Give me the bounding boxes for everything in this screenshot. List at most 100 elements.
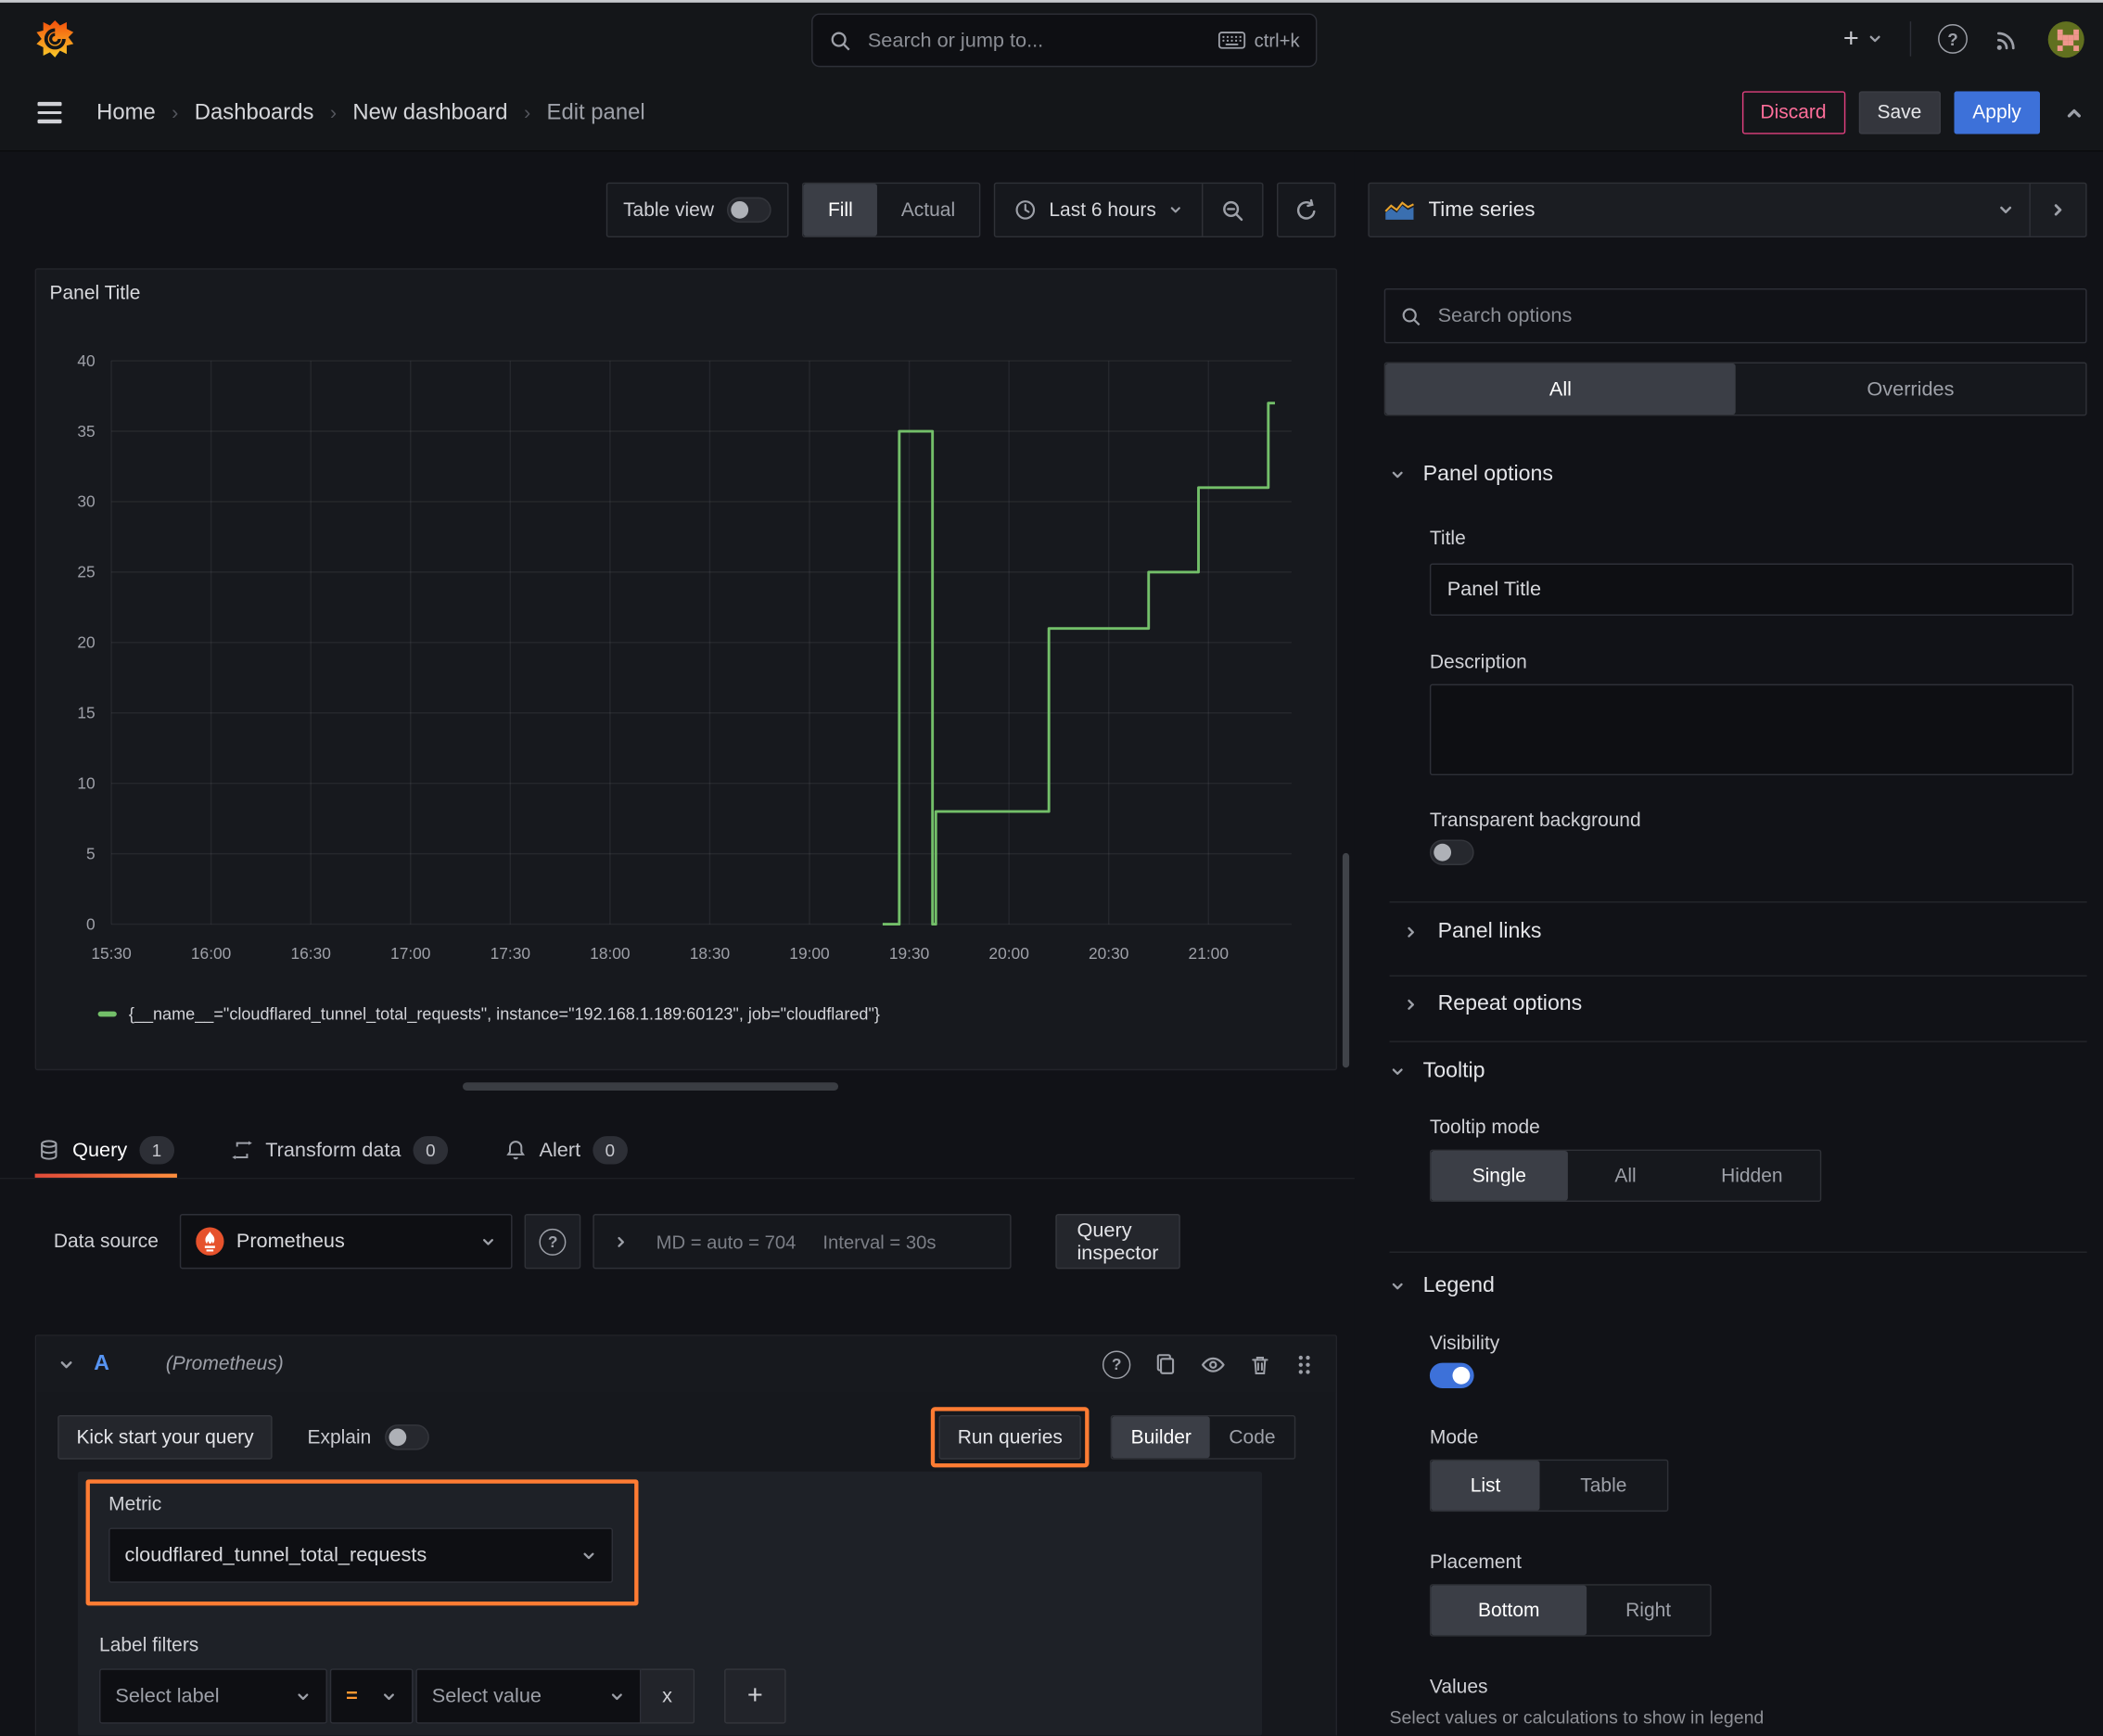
breadcrumb-dashboards[interactable]: Dashboards (195, 100, 314, 125)
time-series-chart[interactable]: 0 5 10 15 20 25 30 35 40 15:30 16:00 16:30 17:00 17:3… (45, 337, 1319, 967)
panel-options-header[interactable]: Panel options (1389, 463, 1553, 487)
visibility-toggle[interactable] (1429, 1362, 1474, 1389)
query-options-bar: MD = auto = 704 Interval = 30s (593, 1214, 1012, 1270)
options-search[interactable] (1383, 287, 2087, 344)
viz-picker[interactable]: Time series (1370, 184, 2030, 236)
add-filter-button[interactable]: + (724, 1668, 786, 1724)
chevron-down-icon[interactable] (57, 1356, 75, 1373)
mode-list-option[interactable]: List (1431, 1461, 1540, 1511)
chevron-right-icon (1403, 925, 1419, 940)
chevron-up-icon[interactable] (2064, 103, 2084, 123)
svg-text:40: 40 (77, 351, 95, 370)
help-icon[interactable]: ? (1102, 1349, 1131, 1379)
kick-start-button[interactable]: Kick start your query (57, 1414, 273, 1460)
grafana-logo-icon[interactable] (35, 19, 75, 58)
zoom-out-icon[interactable] (1201, 184, 1262, 236)
svg-text:15:30: 15:30 (91, 944, 131, 963)
save-button[interactable]: Save (1858, 91, 1941, 134)
panel-title-input[interactable] (1429, 563, 2074, 616)
query-row-header[interactable]: A (Prometheus) ? (36, 1335, 1336, 1393)
chart-legend[interactable]: {__name__="cloudflared_tunnel_total_requ… (97, 1004, 880, 1024)
plus-icon: + (1842, 23, 1859, 54)
discard-button[interactable]: Discard (1741, 91, 1845, 134)
query-builder-body: Metric cloudflared_tunnel_total_requests… (77, 1471, 1263, 1736)
tab-query[interactable]: Query 1 (34, 1121, 177, 1178)
query-inspector-button[interactable]: Query inspector (1055, 1214, 1180, 1270)
help-icon[interactable]: ? (1938, 24, 1968, 54)
metric-select[interactable]: cloudflared_tunnel_total_requests (108, 1527, 614, 1583)
placement-bottom-option[interactable]: Bottom (1431, 1585, 1587, 1636)
legend-placement-segment: Bottom Right (1429, 1584, 1712, 1637)
news-rss-icon[interactable] (1995, 25, 2021, 52)
tab-overrides[interactable]: Overrides (1736, 364, 2086, 415)
builder-option[interactable]: Builder (1112, 1416, 1211, 1459)
remove-filter-button[interactable]: x (641, 1668, 695, 1724)
trash-icon[interactable] (1249, 1353, 1272, 1376)
time-range-picker[interactable]: Last 6 hours (996, 198, 1202, 222)
placement-right-option[interactable]: Right (1587, 1586, 1710, 1636)
tab-transform[interactable]: Transform data 0 (228, 1121, 451, 1178)
tab-alert[interactable]: Alert 0 (502, 1121, 631, 1178)
data-source-picker[interactable]: Prometheus (180, 1214, 513, 1270)
operator-dropdown[interactable]: = (329, 1668, 414, 1724)
global-search-input[interactable] (864, 27, 1205, 54)
viz-expand-button[interactable] (2029, 184, 2085, 236)
chevron-down-icon (1389, 1064, 1405, 1079)
repeat-options-header[interactable]: Repeat options (1403, 992, 1582, 1016)
tooltip-header[interactable]: Tooltip (1389, 1060, 1485, 1084)
drag-handle-icon[interactable] (1294, 1353, 1315, 1376)
breadcrumb-home[interactable]: Home (96, 100, 156, 125)
legend-mode-segment: List Table (1429, 1459, 1669, 1513)
apply-button[interactable]: Apply (1954, 91, 2041, 134)
tooltip-all-option[interactable]: All (1567, 1151, 1684, 1201)
panel-options-title: Panel options (1422, 463, 1553, 486)
run-queries-button[interactable]: Run queries (938, 1414, 1082, 1460)
actual-option[interactable]: Actual (877, 184, 979, 236)
tab-all[interactable]: All (1385, 363, 1736, 415)
description-textarea[interactable] (1429, 683, 2074, 776)
eye-icon[interactable] (1201, 1351, 1226, 1376)
resize-handle[interactable] (463, 1082, 839, 1091)
legend-header[interactable]: Legend (1389, 1274, 1495, 1298)
svg-text:17:00: 17:00 (390, 944, 430, 963)
svg-text:10: 10 (77, 773, 95, 792)
svg-text:21:00: 21:00 (1189, 944, 1229, 963)
select-label-dropdown[interactable]: Select label (99, 1668, 327, 1724)
tooltip-single-option[interactable]: Single (1431, 1151, 1568, 1201)
select-value-dropdown[interactable]: Select value (415, 1668, 642, 1724)
label-filters-section: Label filters Select label = Select valu… (99, 1635, 1241, 1724)
new-menu-button[interactable]: + (1843, 23, 1883, 54)
refresh-icon[interactable] (1276, 182, 1336, 238)
svg-text:19:00: 19:00 (789, 944, 829, 963)
chevron-right-icon[interactable] (613, 1233, 629, 1249)
divider (1389, 900, 2087, 903)
operator-value: = (346, 1684, 358, 1708)
panel-preview: Panel Title 0 5 10 15 20 25 30 35 40 15:30 16:00 16… (34, 268, 1338, 1071)
chevron-down-icon (1168, 202, 1183, 217)
options-search-input[interactable] (1434, 302, 2071, 329)
table-view-toggle[interactable] (727, 197, 772, 223)
divider (1389, 1251, 2087, 1253)
tooltip-hidden-option[interactable]: Hidden (1684, 1151, 1820, 1201)
menu-toggle-icon[interactable] (37, 102, 62, 123)
bell-icon (504, 1138, 528, 1161)
explain-toggle[interactable] (384, 1424, 429, 1450)
chevron-down-icon (609, 1688, 625, 1704)
data-source-help-button[interactable]: ? (524, 1214, 581, 1270)
options-sidebar: Time series All Overrides Panel options … (1354, 151, 2103, 1736)
placement-label: Placement (1429, 1551, 1522, 1574)
svg-text:18:00: 18:00 (590, 944, 630, 963)
fill-option[interactable]: Fill (803, 184, 877, 236)
global-search[interactable]: ctrl+k (811, 13, 1318, 68)
code-option[interactable]: Code (1210, 1416, 1294, 1458)
panel-links-header[interactable]: Panel links (1403, 920, 1541, 944)
breadcrumb-new-dashboard[interactable]: New dashboard (352, 100, 507, 125)
chevron-down-icon (480, 1233, 496, 1249)
transparent-bg-toggle[interactable] (1429, 839, 1474, 865)
mode-table-option[interactable]: Table (1540, 1461, 1667, 1511)
breadcrumb-separator: › (329, 101, 338, 124)
scrollbar[interactable] (1342, 852, 1350, 1068)
duplicate-icon[interactable] (1153, 1352, 1178, 1376)
timeseries-viz-icon (1384, 199, 1415, 221)
user-avatar[interactable] (2047, 20, 2084, 57)
